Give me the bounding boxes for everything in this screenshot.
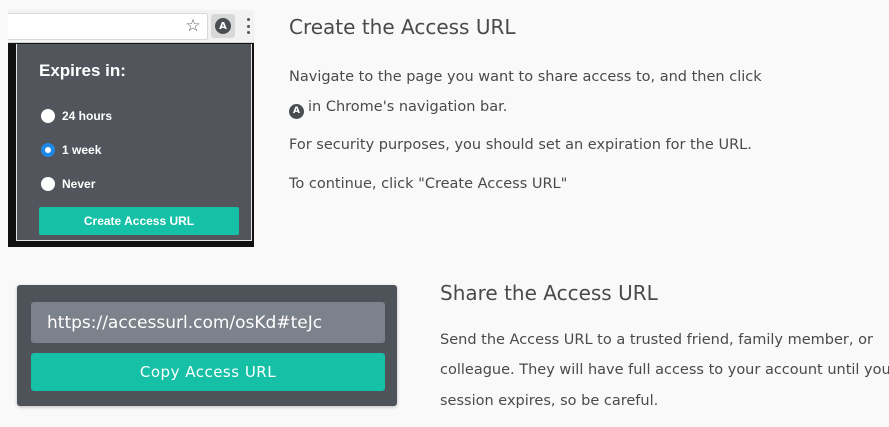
create-section-heading: Create the Access URL [289, 15, 516, 39]
radio-label: 1 week [62, 143, 102, 157]
address-bar[interactable] [8, 13, 208, 40]
radio-button[interactable] [41, 109, 55, 123]
radio-option-24-hours[interactable]: 24 hours [41, 108, 112, 124]
expiration-popup: Expires in: 24 hours 1 week Never Create… [16, 44, 252, 241]
security-note: For security purposes, you should set an… [289, 137, 752, 153]
create-access-url-button[interactable]: Create Access URL [39, 207, 239, 235]
access-url-extension-icon: A [215, 18, 231, 34]
radio-button-checked[interactable] [41, 143, 55, 157]
browser-toolbar: ☆ A [8, 10, 254, 43]
access-url-extension-button[interactable]: A [211, 14, 235, 38]
share-instruction-line: Send the Access URL to a trusted friend,… [440, 332, 873, 348]
continue-note: To continue, click "Create Access URL" [289, 176, 568, 192]
share-url-card: https://accessurl.com/osKd#teJc Copy Acc… [17, 285, 397, 406]
radio-option-1-week[interactable]: 1 week [41, 142, 101, 158]
popup-title: Expires in: [39, 61, 126, 80]
create-instruction-line: Ain Chrome's navigation bar. [289, 97, 507, 119]
radio-label: Never [62, 177, 96, 191]
kebab-menu-icon[interactable] [244, 16, 252, 36]
access-url-field[interactable]: https://accessurl.com/osKd#teJc [31, 302, 385, 343]
radio-button[interactable] [41, 177, 55, 191]
share-instruction-line: session expires, so be careful. [440, 393, 659, 409]
radio-label: 24 hours [62, 109, 113, 123]
share-section-heading: Share the Access URL [440, 281, 658, 305]
browser-screenshot: ☆ A Expires in: 24 hours 1 week Never Cr… [8, 10, 254, 247]
star-icon[interactable]: ☆ [184, 15, 202, 37]
create-instruction-line: Navigate to the page you want to share a… [289, 69, 762, 85]
share-instruction-line: colleague. They will have full access to… [440, 362, 889, 378]
create-instruction-text: in Chrome's navigation bar. [308, 99, 508, 115]
radio-option-never[interactable]: Never [41, 176, 95, 192]
access-url-extension-icon: A [289, 103, 304, 119]
copy-access-url-button[interactable]: Copy Access URL [31, 353, 385, 391]
